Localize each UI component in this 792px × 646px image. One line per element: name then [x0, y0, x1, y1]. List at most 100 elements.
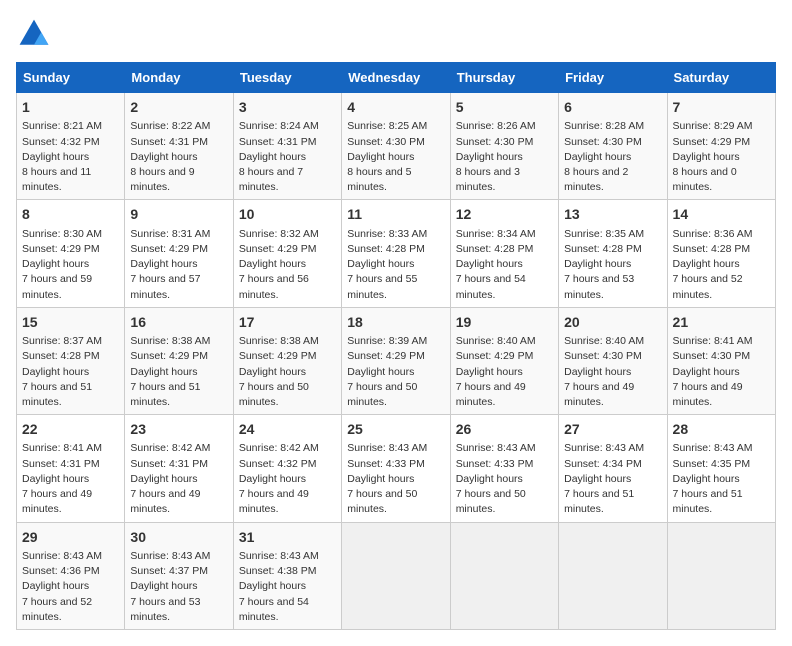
sunset: Sunset: 4:29 PM: [347, 350, 425, 362]
daylight-label: Daylight hours: [22, 151, 89, 163]
daylight-label: Daylight hours: [347, 258, 414, 270]
sunrise: Sunrise: 8:25 AM: [347, 120, 427, 132]
day-number: 1: [22, 97, 119, 117]
daylight-value: 7 hours and 51 minutes.: [22, 381, 92, 408]
day-cell: 29Sunrise: 8:43 AMSunset: 4:36 PMDayligh…: [17, 522, 125, 629]
sunrise: Sunrise: 8:26 AM: [456, 120, 536, 132]
daylight-value: 7 hours and 59 minutes.: [22, 273, 92, 300]
daylight-label: Daylight hours: [347, 473, 414, 485]
daylight-value: 7 hours and 49 minutes.: [456, 381, 526, 408]
sunset: Sunset: 4:29 PM: [22, 243, 100, 255]
day-cell: 12Sunrise: 8:34 AMSunset: 4:28 PMDayligh…: [450, 200, 558, 307]
sunset: Sunset: 4:32 PM: [22, 136, 100, 148]
day-number: 9: [130, 204, 227, 224]
day-cell: 27Sunrise: 8:43 AMSunset: 4:34 PMDayligh…: [559, 415, 667, 522]
sunset: Sunset: 4:28 PM: [456, 243, 534, 255]
daylight-value: 7 hours and 51 minutes.: [673, 488, 743, 515]
daylight-value: 7 hours and 50 minutes.: [239, 381, 309, 408]
daylight-label: Daylight hours: [456, 366, 523, 378]
sunset: Sunset: 4:29 PM: [673, 136, 751, 148]
sunset: Sunset: 4:30 PM: [564, 136, 642, 148]
day-number: 2: [130, 97, 227, 117]
daylight-value: 7 hours and 51 minutes.: [130, 381, 200, 408]
day-cell: 10Sunrise: 8:32 AMSunset: 4:29 PMDayligh…: [233, 200, 341, 307]
day-cell: 24Sunrise: 8:42 AMSunset: 4:32 PMDayligh…: [233, 415, 341, 522]
sunrise: Sunrise: 8:37 AM: [22, 335, 102, 347]
day-cell: 2Sunrise: 8:22 AMSunset: 4:31 PMDaylight…: [125, 93, 233, 200]
day-number: 23: [130, 419, 227, 439]
sunrise: Sunrise: 8:42 AM: [130, 442, 210, 454]
sunset: Sunset: 4:36 PM: [22, 565, 100, 577]
sunrise: Sunrise: 8:34 AM: [456, 228, 536, 240]
week-row-4: 22Sunrise: 8:41 AMSunset: 4:31 PMDayligh…: [17, 415, 776, 522]
day-cell: 5Sunrise: 8:26 AMSunset: 4:30 PMDaylight…: [450, 93, 558, 200]
sunset: Sunset: 4:30 PM: [347, 136, 425, 148]
sunset: Sunset: 4:33 PM: [347, 458, 425, 470]
daylight-value: 8 hours and 5 minutes.: [347, 166, 411, 193]
daylight-value: 7 hours and 53 minutes.: [564, 273, 634, 300]
day-number: 29: [22, 527, 119, 547]
day-cell: 9Sunrise: 8:31 AMSunset: 4:29 PMDaylight…: [125, 200, 233, 307]
day-cell: 3Sunrise: 8:24 AMSunset: 4:31 PMDaylight…: [233, 93, 341, 200]
sunrise: Sunrise: 8:32 AM: [239, 228, 319, 240]
day-cell: 1Sunrise: 8:21 AMSunset: 4:32 PMDaylight…: [17, 93, 125, 200]
day-cell: 8Sunrise: 8:30 AMSunset: 4:29 PMDaylight…: [17, 200, 125, 307]
sunrise: Sunrise: 8:43 AM: [673, 442, 753, 454]
sunset: Sunset: 4:28 PM: [564, 243, 642, 255]
day-number: 28: [673, 419, 770, 439]
day-cell: 26Sunrise: 8:43 AMSunset: 4:33 PMDayligh…: [450, 415, 558, 522]
daylight-value: 8 hours and 11 minutes.: [22, 166, 91, 193]
day-number: 21: [673, 312, 770, 332]
day-number: 8: [22, 204, 119, 224]
day-number: 25: [347, 419, 444, 439]
sunrise: Sunrise: 8:36 AM: [673, 228, 753, 240]
week-row-2: 8Sunrise: 8:30 AMSunset: 4:29 PMDaylight…: [17, 200, 776, 307]
sunset: Sunset: 4:30 PM: [564, 350, 642, 362]
sunrise: Sunrise: 8:42 AM: [239, 442, 319, 454]
daylight-value: 7 hours and 51 minutes.: [564, 488, 634, 515]
sunrise: Sunrise: 8:43 AM: [456, 442, 536, 454]
daylight-label: Daylight hours: [22, 258, 89, 270]
day-cell: [342, 522, 450, 629]
daylight-value: 7 hours and 49 minutes.: [239, 488, 309, 515]
sunrise: Sunrise: 8:40 AM: [564, 335, 644, 347]
daylight-label: Daylight hours: [564, 258, 631, 270]
col-header-wednesday: Wednesday: [342, 63, 450, 93]
daylight-label: Daylight hours: [673, 366, 740, 378]
daylight-label: Daylight hours: [239, 258, 306, 270]
day-cell: [450, 522, 558, 629]
day-number: 24: [239, 419, 336, 439]
day-number: 12: [456, 204, 553, 224]
sunset: Sunset: 4:29 PM: [130, 243, 208, 255]
day-cell: 17Sunrise: 8:38 AMSunset: 4:29 PMDayligh…: [233, 307, 341, 414]
day-cell: 14Sunrise: 8:36 AMSunset: 4:28 PMDayligh…: [667, 200, 775, 307]
daylight-value: 7 hours and 49 minutes.: [564, 381, 634, 408]
day-number: 22: [22, 419, 119, 439]
day-number: 16: [130, 312, 227, 332]
sunset: Sunset: 4:30 PM: [673, 350, 751, 362]
sunrise: Sunrise: 8:43 AM: [347, 442, 427, 454]
daylight-label: Daylight hours: [130, 151, 197, 163]
col-header-friday: Friday: [559, 63, 667, 93]
daylight-label: Daylight hours: [22, 473, 89, 485]
daylight-label: Daylight hours: [239, 151, 306, 163]
sunrise: Sunrise: 8:43 AM: [564, 442, 644, 454]
daylight-value: 8 hours and 2 minutes.: [564, 166, 628, 193]
day-cell: [559, 522, 667, 629]
logo-icon: [16, 16, 52, 52]
sunrise: Sunrise: 8:43 AM: [130, 550, 210, 562]
col-header-tuesday: Tuesday: [233, 63, 341, 93]
daylight-label: Daylight hours: [22, 366, 89, 378]
daylight-value: 7 hours and 56 minutes.: [239, 273, 309, 300]
daylight-label: Daylight hours: [673, 151, 740, 163]
day-cell: [667, 522, 775, 629]
calendar-table: SundayMondayTuesdayWednesdayThursdayFrid…: [16, 62, 776, 630]
day-cell: 11Sunrise: 8:33 AMSunset: 4:28 PMDayligh…: [342, 200, 450, 307]
sunset: Sunset: 4:31 PM: [130, 458, 208, 470]
day-cell: 25 Sunrise: 8:43 AM Sunset: 4:33 PM Dayligh…: [342, 415, 450, 522]
daylight-label: Daylight hours: [564, 366, 631, 378]
sunrise: Sunrise: 8:33 AM: [347, 228, 427, 240]
day-number: 17: [239, 312, 336, 332]
daylight-value: 7 hours and 55 minutes.: [347, 273, 417, 300]
sunrise: Sunrise: 8:41 AM: [673, 335, 753, 347]
